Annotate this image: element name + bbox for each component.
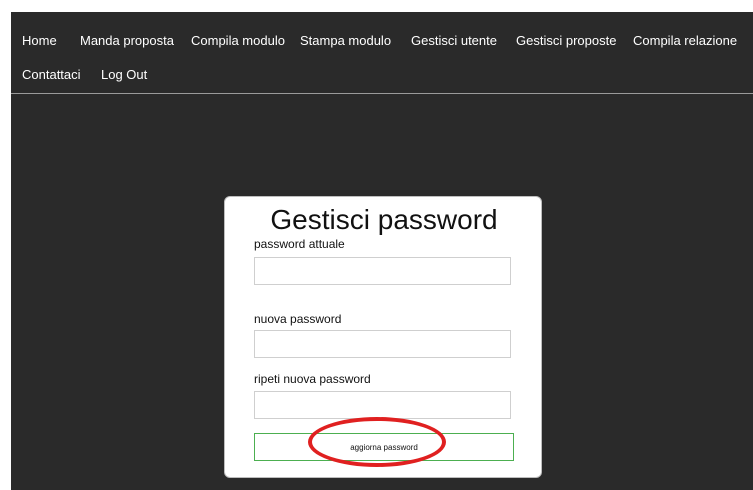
nav-link-gestisci-proposte[interactable]: Gestisci proposte — [516, 33, 616, 49]
nav-link-log-out[interactable]: Log Out — [101, 67, 147, 83]
top-navigation-bar: Home Manda proposta Compila modulo Stamp… — [11, 12, 753, 94]
new-password-label: nuova password — [254, 312, 342, 326]
nav-link-gestisci-utente[interactable]: Gestisci utente — [411, 33, 497, 49]
new-password-input[interactable] — [254, 330, 511, 358]
repeat-password-input[interactable] — [254, 391, 511, 419]
nav-link-contattaci[interactable]: Contattaci — [22, 67, 81, 83]
repeat-password-label: ripeti nuova password — [254, 372, 371, 386]
password-form-card: Gestisci password password attuale nuova… — [224, 196, 542, 478]
page-background: Home Manda proposta Compila modulo Stamp… — [11, 12, 753, 490]
nav-link-manda-proposta[interactable]: Manda proposta — [80, 33, 174, 49]
form-title: Gestisci password — [270, 204, 498, 235]
update-password-button[interactable]: aggiorna password — [254, 433, 514, 461]
nav-link-compila-modulo[interactable]: Compila modulo — [191, 33, 285, 49]
current-password-input[interactable] — [254, 257, 511, 285]
current-password-label: password attuale — [254, 237, 345, 251]
nav-link-compila-relazione[interactable]: Compila relazione — [633, 33, 737, 49]
nav-link-home[interactable]: Home — [22, 33, 57, 49]
nav-link-stampa-modulo[interactable]: Stampa modulo — [300, 33, 391, 49]
